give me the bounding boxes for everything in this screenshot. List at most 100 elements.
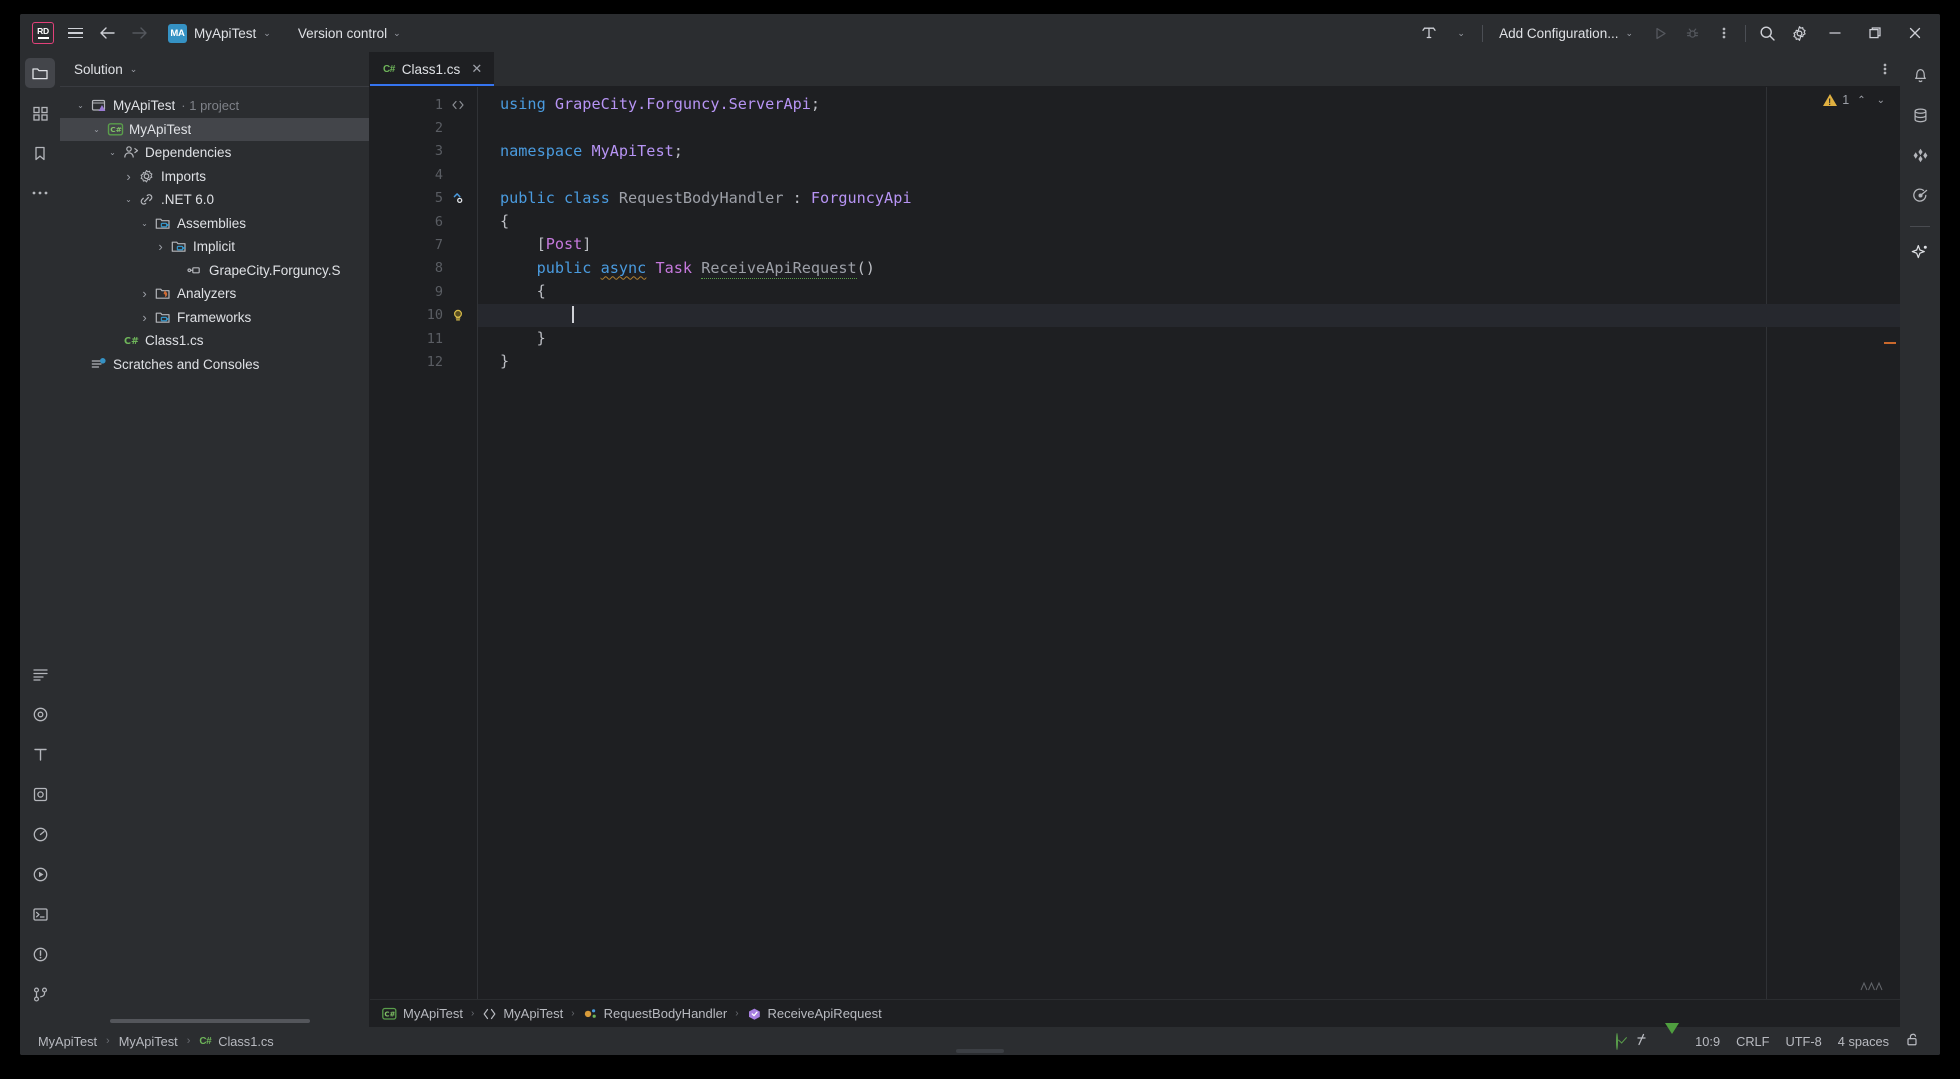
close-icon[interactable]: ✕ xyxy=(471,61,482,77)
sidebar-item-todo[interactable] xyxy=(25,659,55,689)
code-style-button[interactable] xyxy=(1626,1029,1657,1053)
chevron-up-icon[interactable]: ⌃ xyxy=(1854,95,1868,106)
tab-class1-cs[interactable]: C# Class1.cs ✕ xyxy=(370,52,494,86)
sidebar-item-run[interactable] xyxy=(25,859,55,889)
chevron-down-icon[interactable]: ⌄ xyxy=(136,219,153,228)
sidebar-item-ai-assistant[interactable] xyxy=(1905,237,1935,267)
inspection-widget[interactable]: 1 ⌃ ⌄ xyxy=(1823,93,1888,107)
sidebar-item-nuget[interactable] xyxy=(25,699,55,729)
navigate-forward-button[interactable] xyxy=(124,19,154,47)
status-path-file[interactable]: C# Class1.cs xyxy=(195,1032,277,1051)
breadcrumb-item[interactable]: MyApiTest xyxy=(478,1004,567,1023)
build-options-button[interactable]: ⌄ xyxy=(1446,19,1476,47)
solution-header[interactable]: Solution ⌄ xyxy=(60,52,369,87)
tree-node-class1-cs[interactable]: C#Class1.cs xyxy=(60,329,369,353)
gutter-line[interactable]: 7 xyxy=(370,233,477,256)
line-separator[interactable]: CRLF xyxy=(1728,1031,1777,1052)
code-line[interactable]: [Post] xyxy=(478,233,1900,256)
editor-code[interactable]: using GrapeCity.Forguncy.ServerApi; names… xyxy=(478,87,1900,999)
breadcrumb-item[interactable]: RequestBodyHandler xyxy=(579,1004,732,1023)
inheritance-marker-icon[interactable] xyxy=(443,191,477,205)
caret-position[interactable]: 10:9 xyxy=(1687,1031,1728,1052)
status-path-solution[interactable]: MyApiTest xyxy=(34,1032,101,1051)
sidebar-item-bookmarks[interactable] xyxy=(25,138,55,168)
sidebar-item-endpoints[interactable] xyxy=(1905,180,1935,210)
tree-node-implicit[interactable]: ›Implicit xyxy=(60,235,369,259)
sidebar-item-project[interactable] xyxy=(25,58,55,88)
chevron-down-icon[interactable]: ⌄ xyxy=(104,148,121,157)
tree-node-frameworks[interactable]: ›Frameworks xyxy=(60,306,369,330)
tree-node-grapecity-forguncy-s[interactable]: GrapeCity.Forguncy.S xyxy=(60,259,369,283)
gutter-line[interactable]: 1 xyxy=(370,93,477,116)
gutter-line[interactable]: 8 xyxy=(370,257,477,280)
status-path-project[interactable]: MyApiTest xyxy=(115,1032,182,1051)
breadcrumb-item[interactable]: C#MyApiTest xyxy=(378,1004,467,1023)
code-line[interactable]: } xyxy=(478,327,1900,350)
close-window-button[interactable] xyxy=(1896,19,1934,47)
tree-node-myapitest[interactable]: ⌄MyApiTest· 1 project xyxy=(60,94,369,118)
gutter-line[interactable]: 5 xyxy=(370,187,477,210)
tree-node-imports[interactable]: ›Imports xyxy=(60,165,369,189)
search-everywhere-button[interactable] xyxy=(1752,19,1782,47)
settings-button[interactable] xyxy=(1784,19,1814,47)
tree-node-myapitest[interactable]: ⌄C#MyApiTest xyxy=(60,118,369,142)
sidebar-item-problems[interactable] xyxy=(25,939,55,969)
tree-node-scratches-and-consoles[interactable]: Scratches and Consoles xyxy=(60,353,369,377)
sidebar-item-unity[interactable] xyxy=(1905,140,1935,170)
sidebar-item-profiler[interactable] xyxy=(25,819,55,849)
gutter-line[interactable]: 9 xyxy=(370,280,477,303)
build-button[interactable] xyxy=(1414,19,1444,47)
tree-node-assemblies[interactable]: ⌄Assemblies xyxy=(60,212,369,236)
gutter-line[interactable]: 10 xyxy=(370,304,477,327)
gutter-line[interactable]: 3 xyxy=(370,140,477,163)
code-line[interactable]: { xyxy=(478,280,1900,303)
chevron-down-icon[interactable]: ⌄ xyxy=(1874,95,1888,106)
updates-button[interactable] xyxy=(1657,1031,1687,1052)
file-encoding[interactable]: UTF-8 xyxy=(1778,1031,1830,1052)
editor-viewport[interactable]: 123456789101112 using GrapeCity.Forguncy… xyxy=(370,87,1900,999)
tree-node-net-6-0[interactable]: ⌄.NET 6.0 xyxy=(60,188,369,212)
indent-setting[interactable]: 4 spaces xyxy=(1830,1031,1897,1052)
more-actions-button[interactable] xyxy=(1709,19,1739,47)
inspection-status-button[interactable] xyxy=(1608,1031,1626,1052)
sidebar-item-typography[interactable] xyxy=(25,739,55,769)
debug-button[interactable] xyxy=(1677,19,1707,47)
gutter-line[interactable]: 4 xyxy=(370,163,477,186)
tree-node-analyzers[interactable]: ›Analyzers xyxy=(60,282,369,306)
intention-bulb-icon[interactable] xyxy=(443,308,477,322)
sidebar-item-database[interactable] xyxy=(1905,100,1935,130)
chevron-down-icon[interactable]: ⌄ xyxy=(72,101,89,110)
chevron-down-icon[interactable]: ⌄ xyxy=(120,195,137,204)
version-control-widget[interactable]: Version control ⌄ xyxy=(289,22,410,45)
readonly-toggle[interactable] xyxy=(1897,1029,1928,1053)
gutter-line[interactable]: 11 xyxy=(370,327,477,350)
main-menu-button[interactable] xyxy=(60,19,90,47)
gutter-line[interactable]: 2 xyxy=(370,116,477,139)
gutter-line[interactable]: 6 xyxy=(370,210,477,233)
code-line[interactable]: public async Task ReceiveApiRequest() xyxy=(478,257,1900,280)
chevron-right-icon[interactable]: › xyxy=(120,169,137,184)
navigate-back-button[interactable] xyxy=(92,19,122,47)
maximize-window-button[interactable] xyxy=(1856,19,1894,47)
editor-tab-options-button[interactable] xyxy=(1870,52,1900,86)
run-configuration-selector[interactable]: Add Configuration... ⌄ xyxy=(1489,22,1643,45)
sidebar-item-inspections[interactable] xyxy=(25,779,55,809)
code-line[interactable]: } xyxy=(478,350,1900,373)
code-line[interactable] xyxy=(478,304,1900,327)
sidebar-item-terminal[interactable] xyxy=(25,899,55,929)
sidebar-item-git[interactable] xyxy=(25,979,55,1009)
sidebar-item-more[interactable] xyxy=(25,178,55,208)
code-line[interactable]: using GrapeCity.Forguncy.ServerApi; xyxy=(478,93,1900,116)
code-line[interactable]: public class RequestBodyHandler : Forgun… xyxy=(478,187,1900,210)
project-selector[interactable]: MA MyApiTest ⌄ xyxy=(160,20,279,47)
code-line[interactable]: { xyxy=(478,210,1900,233)
minimize-window-button[interactable] xyxy=(1816,19,1854,47)
sidebar-item-commit[interactable] xyxy=(25,98,55,128)
code-line[interactable]: namespace MyApiTest; xyxy=(478,140,1900,163)
window-resize-handle[interactable] xyxy=(956,1049,1004,1053)
editor-gutter[interactable]: 123456789101112 xyxy=(370,87,478,999)
chevron-down-icon[interactable]: ⌄ xyxy=(88,125,105,134)
code-line[interactable] xyxy=(478,163,1900,186)
chevron-right-icon[interactable]: › xyxy=(136,310,153,325)
tree-node-dependencies[interactable]: ⌄Dependencies xyxy=(60,141,369,165)
